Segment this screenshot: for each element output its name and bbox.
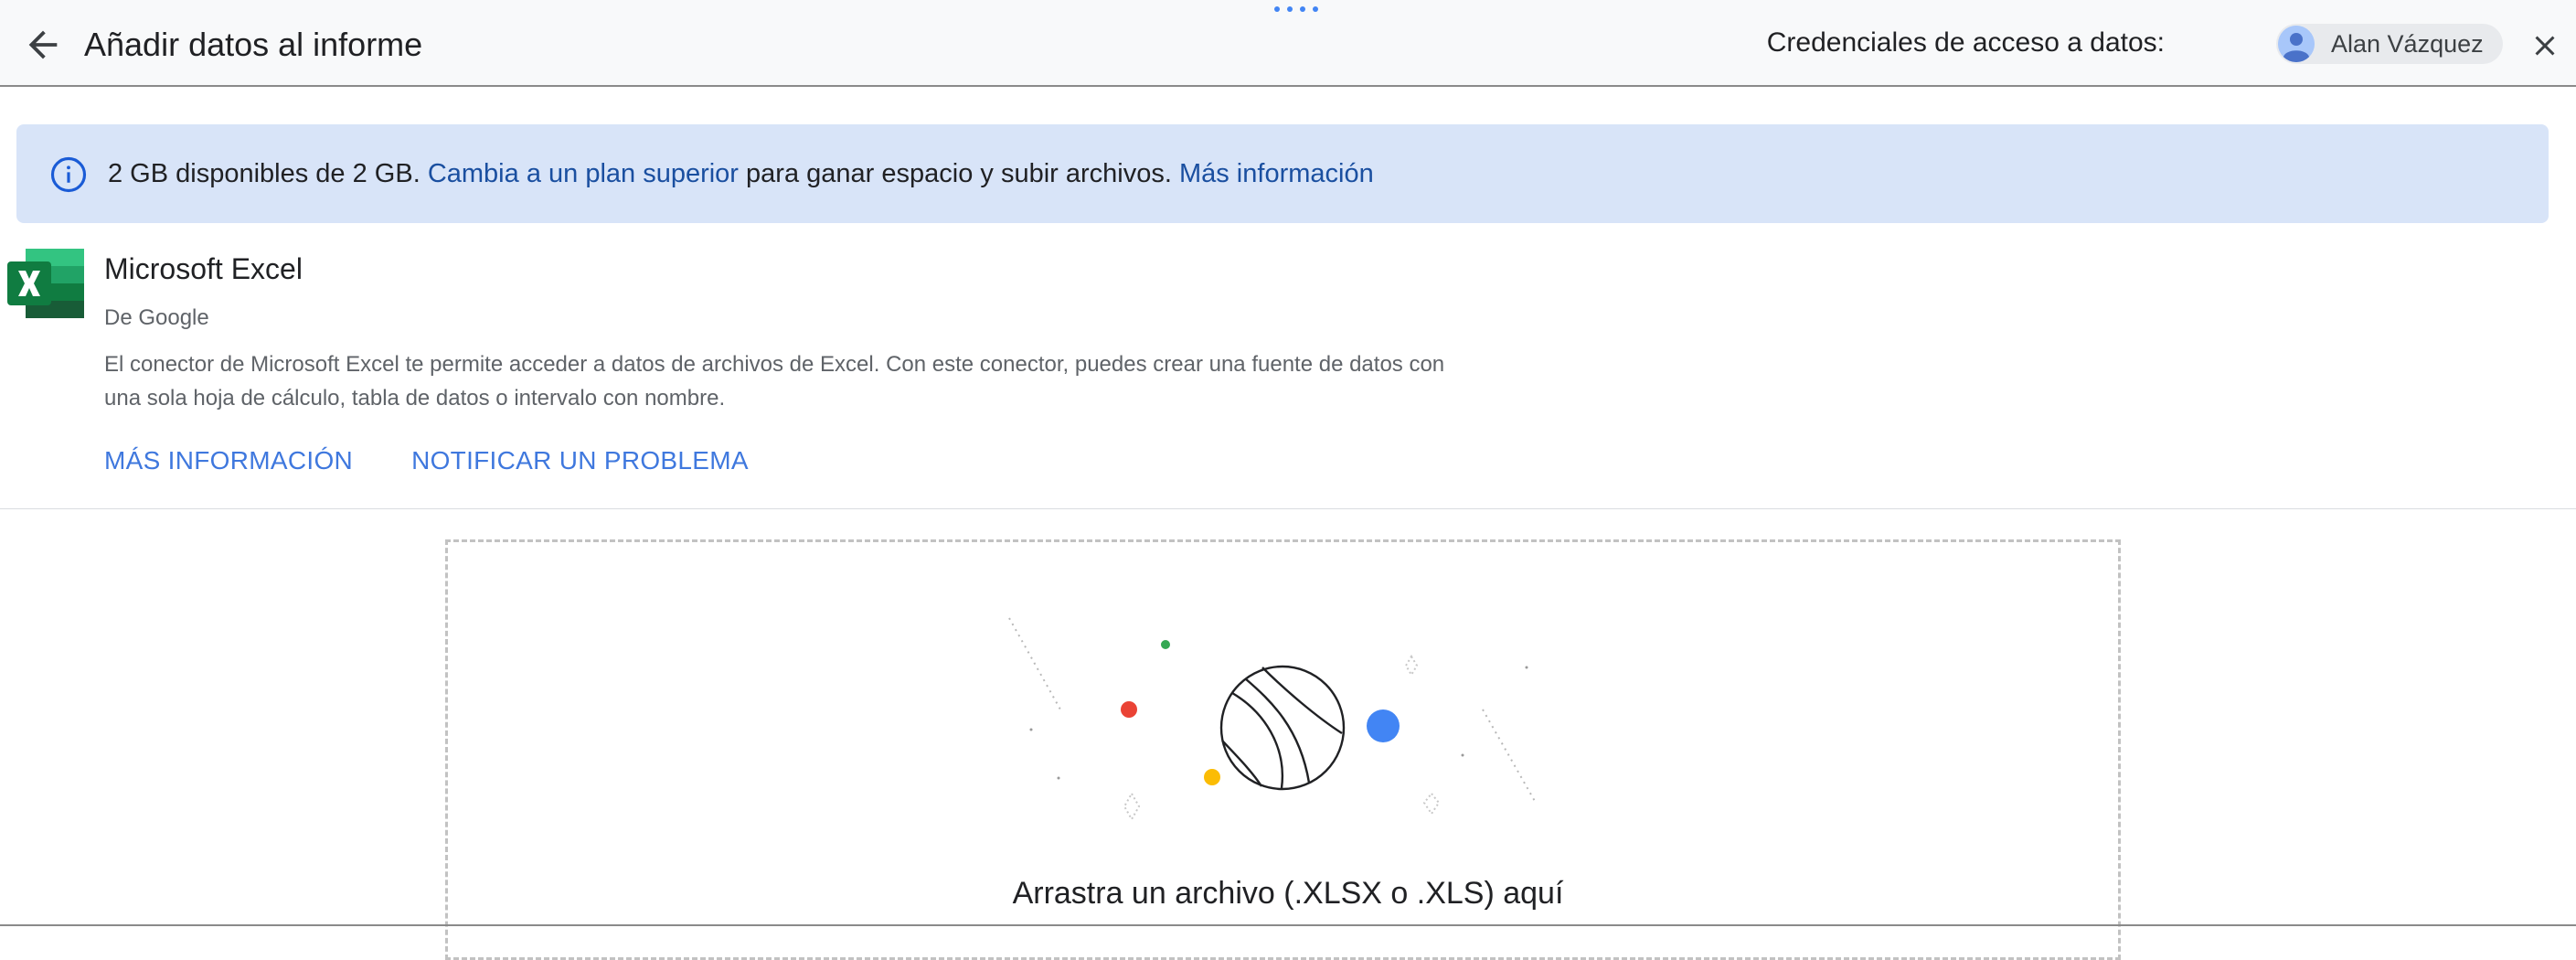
back-arrow-icon[interactable]	[22, 24, 64, 66]
report-problem-button[interactable]: NOTIFICAR UN PROBLEMA	[411, 446, 749, 475]
upgrade-plan-link[interactable]: Cambia a un plan superior	[428, 159, 739, 188]
more-info-link[interactable]: Más información	[1179, 159, 1374, 188]
storage-banner: 2 GB disponibles de 2 GB. Cambia a un pl…	[16, 124, 2549, 223]
upload-illustration	[1008, 617, 1537, 822]
connector-name: Microsoft Excel	[104, 252, 303, 285]
avatar-icon	[2278, 26, 2315, 62]
storage-text: 2 GB disponibles de 2 GB.	[108, 159, 420, 188]
drag-handle[interactable]	[1274, 6, 1318, 12]
close-icon[interactable]	[2528, 29, 2561, 62]
connector-description: El conector de Microsoft Excel te permit…	[104, 352, 1445, 411]
info-icon	[50, 156, 87, 193]
section-divider	[0, 508, 2576, 509]
credentials-user-chip[interactable]: Alan Vázquez	[2276, 24, 2503, 64]
storage-middle-text: para ganar espacio y subir archivos.	[746, 159, 1172, 188]
storage-message: 2 GB disponibles de 2 GB. Cambia a un pl…	[108, 159, 1374, 189]
connector-actions: MÁS INFORMACIÓN NOTIFICAR UN PROBLEMA	[104, 446, 749, 475]
credentials-label: Credenciales de acceso a datos:	[1766, 27, 2165, 58]
dialog-header: Añadir datos al informe Credenciales de …	[0, 0, 2576, 87]
bottom-border	[0, 924, 2576, 926]
connector-author: De Google	[104, 305, 209, 330]
user-name: Alan Vázquez	[2331, 29, 2484, 58]
excel-logo-icon	[7, 249, 84, 318]
page-title: Añadir datos al informe	[84, 26, 423, 63]
learn-more-button[interactable]: MÁS INFORMACIÓN	[104, 446, 353, 475]
dropzone-text: Arrastra un archivo (.XLSX o .XLS) aquí	[1012, 876, 1564, 911]
